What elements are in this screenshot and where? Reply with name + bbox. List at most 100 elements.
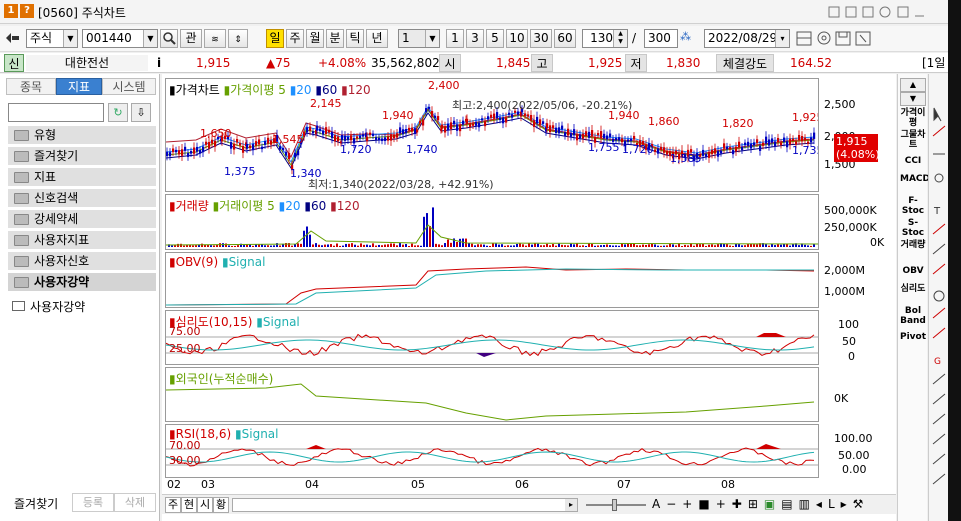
volume-bar	[708, 244, 710, 247]
favorites-footer-tab[interactable]: 즐겨찾기	[14, 495, 58, 512]
spinner-icon[interactable]: ⁂	[680, 30, 696, 46]
interval-30-button[interactable]: 30	[530, 29, 552, 48]
ray-icon	[932, 243, 946, 255]
interval-3-button[interactable]: 3	[466, 29, 484, 48]
interval-select[interactable]: 1 ▼	[398, 29, 440, 48]
tree-subitem-user-strength[interactable]: 사용자강약	[12, 298, 85, 315]
x-axis-label: 05	[411, 478, 425, 491]
indicator-macd[interactable]: MACD	[900, 174, 930, 184]
candle-body	[369, 132, 372, 136]
interest-button[interactable]: 관	[180, 29, 202, 48]
candle-body	[621, 138, 624, 143]
bottom-tab-market[interactable]: 시	[197, 497, 213, 513]
bottom-tab-weekly[interactable]: 주	[165, 497, 181, 513]
help-icon[interactable]: ?	[20, 4, 34, 18]
date-input[interactable]: 2022/08/29 ▾	[704, 29, 790, 48]
indicator-bollinger[interactable]: Bol Band	[900, 306, 926, 326]
tree-item-favorites[interactable]: 즐겨찾기	[8, 147, 156, 166]
sync-button[interactable]: ≋	[204, 29, 226, 48]
bottom-tab-status[interactable]: 황	[213, 497, 229, 513]
period-weekly-button[interactable]: 주	[286, 29, 304, 48]
scroll-right-icon[interactable]: ▸	[565, 499, 577, 511]
indicator-psychology[interactable]: 심리도	[900, 284, 926, 294]
indicator-net-chart[interactable]: 그물차트	[900, 130, 926, 150]
scroll-down-icon[interactable]: ▼	[900, 92, 926, 106]
period-minute-button[interactable]: 분	[326, 29, 344, 48]
horizontal-scrollbar[interactable]: ▸	[232, 498, 578, 512]
tree-item-user-signals[interactable]: 사용자신호	[8, 252, 156, 271]
candle-body	[783, 137, 786, 143]
bar-total-input[interactable]: 300	[644, 29, 678, 48]
tree-item-type[interactable]: 유형	[8, 126, 156, 145]
rsi-pane[interactable]: ▮RSI(18,6) ▮Signal 70.00 30.00	[165, 424, 819, 478]
drawing-tool-icons[interactable]: T G	[929, 74, 949, 514]
chevron-down-icon[interactable]: ▼	[143, 30, 157, 47]
current-price-tag: 1,915 (4.08%)	[834, 134, 880, 162]
bottom-tab-current[interactable]: 현	[181, 497, 197, 513]
obv-pane[interactable]: ▮OBV(9) ▮Signal	[165, 252, 819, 308]
indicator-search-input[interactable]	[8, 103, 104, 122]
foreign-pane[interactable]: ▮외국인(누적순매수)	[165, 367, 819, 422]
candle-body	[249, 145, 252, 149]
window-title: [0560] 주식차트	[38, 6, 126, 20]
price-pane[interactable]: 2,400 2,145 1,940 1,650 1,545 1,720 1,740 1,375…	[165, 78, 819, 192]
volume-pane[interactable]: ▮거래량 ▮거래이평 5 ▮20 ▮60 ▮120	[165, 194, 819, 250]
indicator-cci[interactable]: CCI	[900, 156, 926, 166]
tree-item-user-strength[interactable]: 사용자강약	[8, 273, 156, 292]
period-year-button[interactable]: 년	[366, 29, 388, 48]
tree-item-user-indicators[interactable]: 사용자지표	[8, 231, 156, 250]
interval-5-button[interactable]: 5	[486, 29, 504, 48]
volume-bar	[711, 244, 713, 247]
tab-system[interactable]: 시스템	[102, 78, 156, 95]
indicator-volume[interactable]: 거래량	[900, 240, 926, 250]
interval-60-button[interactable]: 60	[554, 29, 576, 48]
search-button[interactable]	[160, 29, 178, 48]
candle-body	[708, 151, 711, 158]
low-label: 저	[625, 54, 647, 72]
psychology-pane[interactable]: ▮심리도(10,15) ▮Signal 75.00 25.00	[165, 310, 819, 365]
indicator-f-stoc[interactable]: F-Stoc	[900, 196, 926, 216]
indicator-obv[interactable]: OBV	[900, 266, 926, 276]
tab-stock[interactable]: 종목	[6, 78, 56, 95]
zoom-slider[interactable]	[586, 499, 646, 511]
bar-count-input[interactable]: 130 ▲ ▼	[582, 29, 628, 48]
indicator-s-stoc[interactable]: S-Stoc	[900, 218, 926, 238]
candle-body	[508, 112, 511, 115]
register-button[interactable]: 등록	[72, 493, 114, 512]
volume-bar	[321, 245, 323, 247]
screen-number-badge: 1	[4, 4, 18, 18]
stock-code-input[interactable]: 001440 ▼	[82, 29, 158, 48]
candle-body	[496, 112, 499, 119]
period-monthly-button[interactable]: 월	[306, 29, 324, 48]
tree-item-strength[interactable]: 강세약세	[8, 210, 156, 229]
volume-bar	[231, 245, 233, 247]
candle-body	[422, 119, 425, 126]
delete-button[interactable]: 삭제	[114, 493, 156, 512]
refresh-icon[interactable]: ↻	[108, 103, 128, 122]
spin-icon[interactable]: ▲ ▼	[613, 30, 627, 47]
period-daily-button[interactable]: 일	[266, 29, 284, 48]
download-icon[interactable]: ⇩	[131, 103, 151, 122]
volume-bar	[753, 244, 755, 247]
market-select[interactable]: 주식 ▼	[26, 29, 78, 48]
indicator-pivot[interactable]: Pivot	[900, 332, 926, 342]
scroll-up-icon[interactable]: ▲	[900, 78, 926, 92]
tab-indicator[interactable]: 지표	[56, 78, 102, 95]
interval-1-button[interactable]: 1	[446, 29, 464, 48]
period-tick-button[interactable]: 틱	[346, 29, 364, 48]
chart-control-icons[interactable]: A−+■+✚⊞▣▤▥◂L▸⚒	[652, 497, 892, 513]
interval-10-button[interactable]: 10	[506, 29, 528, 48]
volume-bar	[624, 244, 626, 247]
candle-body	[481, 118, 484, 121]
updown-button[interactable]: ⇕	[228, 29, 248, 48]
chevron-down-icon[interactable]: ▼	[425, 30, 439, 47]
indicator-price-ma[interactable]: 가격이평	[900, 108, 926, 128]
chevron-down-icon[interactable]: ▼	[63, 30, 77, 47]
chart-area[interactable]: 2,400 2,145 1,940 1,650 1,545 1,720 1,740 1,375…	[162, 74, 896, 521]
zoom-slider-thumb[interactable]	[612, 499, 617, 511]
calendar-icon[interactable]: ▾	[775, 30, 789, 47]
info-icon[interactable]: i	[154, 55, 164, 71]
navigation-arrows-icon[interactable]	[6, 32, 20, 44]
tree-item-indicators[interactable]: 지표	[8, 168, 156, 187]
tree-item-signal-search[interactable]: 신호검색	[8, 189, 156, 208]
